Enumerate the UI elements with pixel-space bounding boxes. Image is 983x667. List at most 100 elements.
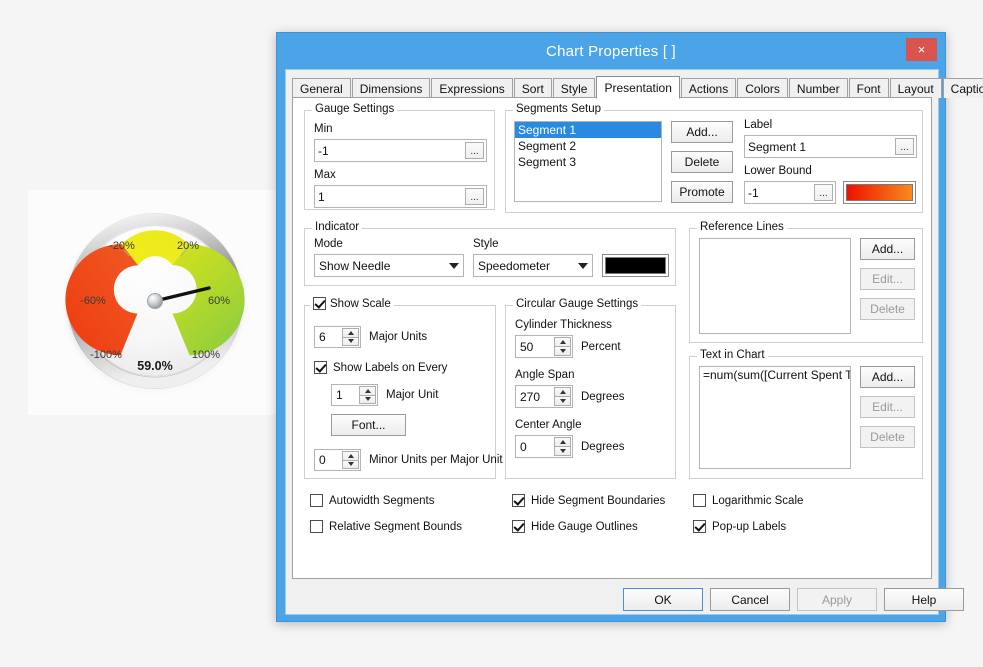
ok-button[interactable]: OK [623, 588, 703, 611]
minor-units-down-button[interactable] [342, 459, 359, 469]
major-unit-stepper[interactable]: 1 [331, 384, 378, 406]
minor-units-value: 0 [319, 453, 326, 467]
list-item[interactable]: Segment 2 [515, 138, 661, 154]
list-item[interactable]: Segment 1 [515, 122, 661, 138]
close-icon[interactable]: × [906, 38, 937, 61]
minor-units-spinner-buttons[interactable] [342, 451, 359, 469]
hide-segment-boundaries-option[interactable]: Hide Segment Boundaries [512, 494, 665, 507]
relative-segment-bounds-option[interactable]: Relative Segment Bounds [310, 520, 462, 533]
min-input-value: -1 [318, 143, 329, 158]
segment-label-input[interactable]: Segment 1 ... [744, 135, 917, 158]
needle-color-swatch[interactable] [602, 254, 669, 277]
cylinder-thickness-spinner-buttons[interactable] [554, 337, 571, 356]
major-units-down-button[interactable] [342, 336, 359, 346]
reference-lines-delete-button[interactable]: Delete [860, 298, 915, 320]
tab-expressions[interactable]: Expressions [431, 78, 513, 98]
popup-labels-option[interactable]: Pop-up Labels [693, 520, 786, 533]
hide-segment-boundaries-checkbox[interactable] [512, 494, 525, 507]
center-angle-label: Center Angle [515, 419, 582, 431]
cancel-button[interactable]: Cancel [710, 588, 790, 611]
indicator-style-select[interactable]: Speedometer [473, 254, 593, 277]
major-unit-down-button[interactable] [359, 394, 376, 404]
presentation-tab-page: Gauge Settings Min -1 ... Max 1 ... Segm… [292, 97, 932, 579]
help-button[interactable]: Help [884, 588, 964, 611]
font-button[interactable]: Font... [331, 414, 406, 436]
segment-color-swatch[interactable] [843, 181, 916, 204]
tab-general[interactable]: General [292, 78, 351, 98]
dialog-titlebar[interactable]: Chart Properties [ ] × [277, 33, 945, 69]
show-scale-legend[interactable]: Show Scale [310, 297, 394, 310]
center-angle-up-button[interactable] [554, 437, 571, 446]
angle-span-stepper[interactable]: 270 [515, 385, 573, 408]
max-input-value: 1 [318, 189, 325, 204]
show-labels-every-checkbox-row[interactable]: Show Labels on Every [314, 361, 447, 374]
autowidth-segments-checkbox[interactable] [310, 494, 323, 507]
tab-colors[interactable]: Colors [737, 78, 788, 98]
gauge-chart[interactable]: -100% -60% -20% 20% 60% 100% 59.0% [63, 198, 248, 408]
text-in-chart-listbox[interactable]: =num(sum([Current Spent To Dat [699, 366, 851, 469]
segment-promote-button[interactable]: Promote [671, 181, 733, 203]
text-in-chart-edit-button[interactable]: Edit... [860, 396, 915, 418]
lower-bound-ellipsis-button[interactable]: ... [814, 184, 833, 201]
show-scale-checkbox[interactable] [313, 297, 326, 310]
apply-button[interactable]: Apply [797, 588, 877, 611]
cylinder-thickness-stepper[interactable]: 50 [515, 335, 573, 358]
list-item[interactable]: Segment 3 [515, 154, 661, 170]
minor-units-up-button[interactable] [342, 451, 359, 460]
relative-segment-bounds-label: Relative Segment Bounds [329, 520, 462, 533]
tab-actions[interactable]: Actions [680, 78, 737, 98]
hide-gauge-outlines-option[interactable]: Hide Gauge Outlines [512, 520, 638, 533]
logarithmic-scale-option[interactable]: Logarithmic Scale [693, 494, 803, 507]
major-unit-up-button[interactable] [359, 386, 376, 395]
angle-span-spinner-buttons[interactable] [554, 387, 571, 406]
major-units-label: Major Units [369, 331, 428, 343]
text-in-chart-delete-button[interactable]: Delete [860, 426, 915, 448]
tab-presentation[interactable]: Presentation [596, 76, 680, 99]
major-units-up-button[interactable] [342, 328, 359, 337]
popup-labels-checkbox[interactable] [693, 520, 706, 533]
tab-caption[interactable]: Caption [942, 78, 983, 98]
major-unit-spinner-buttons[interactable] [359, 386, 376, 404]
cylinder-thickness-down-button[interactable] [554, 346, 571, 356]
center-angle-spinner-buttons[interactable] [554, 437, 571, 456]
angle-span-down-button[interactable] [554, 396, 571, 406]
tab-number[interactable]: Number [788, 78, 848, 98]
min-input[interactable]: -1 ... [314, 139, 487, 162]
text-in-chart-add-button[interactable]: Add... [860, 366, 915, 388]
reference-lines-edit-button[interactable]: Edit... [860, 268, 915, 290]
major-units-stepper[interactable]: 6 [314, 326, 361, 348]
angle-span-up-button[interactable] [554, 387, 571, 396]
gauge-tick-label: -20% [109, 240, 135, 252]
cylinder-thickness-up-button[interactable] [554, 337, 571, 346]
reference-lines-listbox[interactable] [699, 238, 851, 334]
center-angle-stepper[interactable]: 0 [515, 435, 573, 458]
gauge-svg: -100% -60% -20% 20% 60% 100% 59.0% [65, 213, 245, 389]
lower-bound-input[interactable]: -1 ... [744, 181, 836, 204]
max-input[interactable]: 1 ... [314, 185, 487, 208]
list-item[interactable]: =num(sum([Current Spent To Dat [700, 367, 850, 383]
indicator-mode-select[interactable]: Show Needle [314, 254, 464, 277]
hide-gauge-outlines-checkbox[interactable] [512, 520, 525, 533]
segment-label-ellipsis-button[interactable]: ... [895, 138, 914, 155]
major-units-spinner-buttons[interactable] [342, 328, 359, 346]
reference-lines-legend: Reference Lines [697, 221, 787, 233]
angle-span-value: 270 [520, 389, 541, 404]
tab-font[interactable]: Font [848, 78, 889, 98]
segment-delete-button[interactable]: Delete [671, 151, 733, 173]
logarithmic-scale-checkbox[interactable] [693, 494, 706, 507]
min-ellipsis-button[interactable]: ... [465, 142, 484, 159]
tab-dimensions[interactable]: Dimensions [351, 78, 431, 98]
segment-add-button[interactable]: Add... [671, 121, 733, 143]
reference-lines-add-button[interactable]: Add... [860, 238, 915, 260]
tab-sort[interactable]: Sort [513, 78, 552, 98]
segments-listbox[interactable]: Segment 1 Segment 2 Segment 3 [514, 121, 662, 202]
autowidth-segments-option[interactable]: Autowidth Segments [310, 494, 434, 507]
center-angle-down-button[interactable] [554, 446, 571, 456]
tab-style[interactable]: Style [552, 78, 596, 98]
relative-segment-bounds-checkbox[interactable] [310, 520, 323, 533]
minor-units-stepper[interactable]: 0 [314, 449, 361, 471]
tab-layout[interactable]: Layout [889, 78, 942, 98]
show-labels-every-checkbox[interactable] [314, 361, 327, 374]
indicator-group: Indicator Mode Show Needle Style Speedom… [304, 221, 676, 286]
max-ellipsis-button[interactable]: ... [465, 188, 484, 205]
